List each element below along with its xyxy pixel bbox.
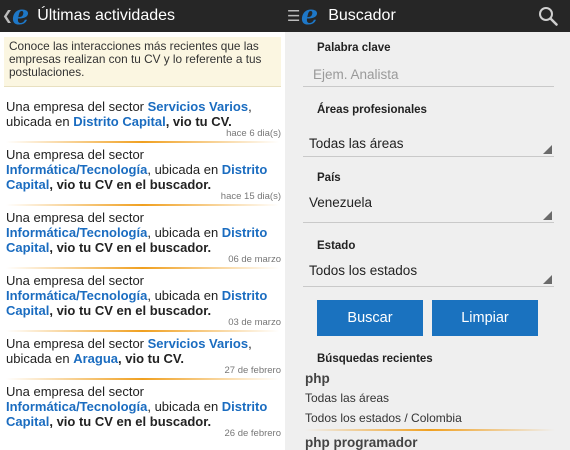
state-value: Todos los estados — [309, 263, 418, 278]
activity-time: 03 de marzo — [228, 317, 281, 328]
divider — [305, 429, 555, 431]
activity-location: Distrito Capital — [73, 114, 166, 129]
info-notice: Conoce las interacciones más recientes q… — [4, 37, 281, 87]
activity-time: 06 de marzo — [228, 254, 281, 265]
activity-list: Una empresa del sector Servicios Varios,… — [0, 95, 285, 441]
activity-action: , vio tu CV. — [165, 114, 232, 129]
keyword-input[interactable]: Ejem. Analista — [303, 64, 554, 87]
dropdown-arrow-icon — [543, 275, 552, 284]
activity-text: Una empresa del sector Informática/Tecno… — [0, 380, 285, 429]
recent-area: Todas las áreas — [305, 391, 390, 405]
areas-value: Todas las áreas — [309, 136, 404, 151]
areas-select[interactable]: Todas las áreas — [303, 132, 554, 157]
state-select[interactable]: Todos los estados — [303, 260, 554, 287]
country-group: País — [285, 172, 341, 184]
app-composite: ❮ e Últimas actividades Conoce las inter… — [0, 0, 570, 450]
activity-location: Aragua — [73, 351, 119, 366]
action-bar: ❮ e Últimas actividades — [0, 0, 285, 32]
activity-prefix: Una empresa del sector — [6, 273, 145, 288]
activity-sector: Servicios Varios — [147, 336, 249, 351]
menu-icon[interactable]: ☰ — [287, 7, 300, 25]
activity-text: Una empresa del sector Servicios Varios,… — [0, 332, 285, 366]
activity-sector: Informática/Tecnología — [6, 288, 148, 303]
activity-time: 27 de febrero — [224, 365, 281, 376]
recent-location: Todos los estados / Colombia — [305, 411, 462, 425]
list-item[interactable]: Una empresa del sector Servicios Varios,… — [0, 332, 285, 380]
dropdown-arrow-icon — [543, 145, 552, 154]
activity-mid: , ubicada en — [147, 225, 222, 240]
activity-time: hace 6 dia(s) — [226, 128, 281, 139]
activity-prefix: Una empresa del sector — [6, 384, 145, 399]
activity-time: hace 15 dia(s) — [220, 191, 281, 202]
keyword-label: Palabra clave — [317, 42, 391, 54]
screen-title: Últimas actividades — [37, 7, 176, 24]
activity-text: Una empresa del sector Informática/Tecno… — [0, 143, 285, 192]
keyword-group: Palabra clave — [285, 42, 570, 54]
activity-action: , vio tu CV en el buscador. — [49, 303, 212, 318]
country-select[interactable]: Venezuela — [303, 192, 554, 223]
chevron-left-icon[interactable]: ❮ — [2, 8, 13, 24]
activity-sector: Informática/Tecnología — [6, 162, 148, 177]
screen-title: Buscador — [328, 7, 396, 24]
activity-sector: Informática/Tecnología — [6, 225, 148, 240]
action-bar: ☰ e Buscador — [285, 0, 570, 32]
list-item[interactable]: Una empresa del sector Informática/Tecno… — [0, 269, 285, 332]
activity-action: , vio tu CV en el buscador. — [49, 177, 212, 192]
activity-action: , vio tu CV en el buscador. — [49, 240, 212, 255]
clear-button[interactable]: Limpiar — [432, 300, 538, 336]
activity-prefix: Una empresa del sector — [6, 210, 145, 225]
activity-mid: , ubicada en — [147, 162, 222, 177]
list-item[interactable]: Una empresa del sector Informática/Tecno… — [0, 143, 285, 206]
activity-prefix: Una empresa del sector — [6, 336, 148, 351]
areas-group: Áreas profesionales — [285, 104, 427, 116]
country-value: Venezuela — [309, 195, 373, 210]
activity-action: , vio tu CV en el buscador. — [49, 414, 212, 429]
search-screen: ☰ e Buscador Palabra clave Ejem. Analist… — [285, 0, 570, 450]
activity-mid: , ubicada en — [147, 288, 222, 303]
app-logo-icon[interactable]: e — [12, 2, 29, 29]
state-group: Estado — [285, 240, 355, 252]
activity-text: Una empresa del sector Informática/Tecno… — [0, 269, 285, 318]
state-label: Estado — [317, 240, 356, 252]
recent-searches-heading: Búsquedas recientes — [317, 353, 433, 365]
list-item[interactable]: Una empresa del sector Informática/Tecno… — [0, 206, 285, 269]
search-icon[interactable] — [538, 6, 558, 26]
activity-sector: Informática/Tecnología — [6, 399, 148, 414]
activity-text: Una empresa del sector Servicios Varios,… — [0, 95, 285, 129]
activity-action: , vio tu CV. — [118, 351, 185, 366]
activity-prefix: Una empresa del sector — [6, 99, 148, 114]
list-item[interactable]: Una empresa del sector Informática/Tecno… — [0, 380, 285, 441]
activity-time: 26 de febrero — [224, 428, 281, 439]
app-logo-icon[interactable]: e — [301, 2, 318, 29]
search-button[interactable]: Buscar — [317, 300, 423, 336]
activity-mid: , ubicada en — [147, 399, 222, 414]
country-label: País — [317, 172, 341, 184]
activity-prefix: Una empresa del sector — [6, 147, 145, 162]
activity-text: Una empresa del sector Informática/Tecno… — [0, 206, 285, 255]
recent-query: php — [305, 371, 330, 386]
activity-sector: Servicios Varios — [147, 99, 249, 114]
keyword-placeholder: Ejem. Analista — [313, 67, 399, 82]
list-item[interactable]: Una empresa del sector Servicios Varios,… — [0, 95, 285, 143]
areas-label: Áreas profesionales — [317, 104, 427, 116]
recent-query: php programador — [305, 435, 418, 450]
activities-screen: ❮ e Últimas actividades Conoce las inter… — [0, 0, 285, 450]
dropdown-arrow-icon — [543, 211, 552, 220]
